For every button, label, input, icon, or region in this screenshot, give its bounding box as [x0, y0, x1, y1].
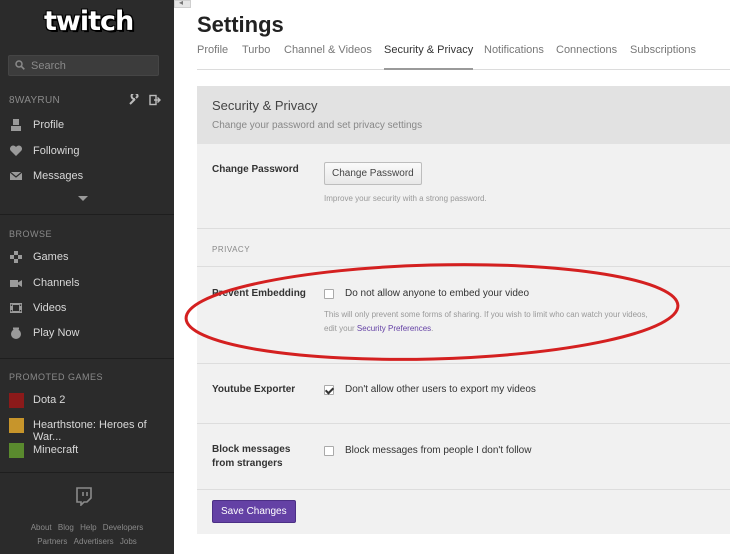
twitch-glitch-icon[interactable]	[74, 486, 94, 506]
youtube-exporter-checkbox[interactable]	[324, 385, 334, 395]
browse-heading: BROWSE	[9, 229, 53, 239]
page-title: Settings	[197, 12, 284, 37]
settings-tabs: Profile Turbo Channel & Videos Security …	[197, 44, 730, 70]
sidebar-item-profile[interactable]: Profile	[0, 114, 174, 138]
change-password-button[interactable]: Change Password	[324, 162, 422, 185]
sidebar-item-label: Messages	[33, 170, 84, 182]
search-input[interactable]	[31, 58, 151, 73]
user-actions	[128, 92, 167, 109]
promoted-game-minecraft[interactable]: Minecraft	[0, 439, 174, 463]
tab-channel-videos[interactable]: Channel & Videos	[284, 44, 372, 56]
settings-panel: Security & Privacy Change your password …	[197, 86, 730, 534]
sidebar-item-play-now[interactable]: Play Now	[0, 322, 174, 346]
sidebar-item-label: Videos	[33, 302, 67, 314]
heart-icon	[9, 145, 23, 156]
hint-text: .	[431, 324, 434, 333]
footer-link[interactable]: About	[31, 523, 52, 532]
gamepad-icon	[10, 251, 22, 263]
tab-notifications[interactable]: Notifications	[484, 44, 544, 56]
tab-subscriptions[interactable]: Subscriptions	[630, 44, 696, 56]
tab-profile[interactable]: Profile	[197, 44, 228, 56]
footer-link[interactable]: Partners	[37, 537, 67, 546]
game-thumbnail	[9, 393, 24, 408]
envelope-icon	[9, 171, 23, 180]
label-line: from strangers	[212, 458, 283, 469]
user-icon	[11, 119, 21, 131]
youtube-exporter-label: Youtube Exporter	[212, 384, 296, 395]
logout-icon[interactable]	[149, 94, 162, 106]
play-now-icon	[11, 327, 21, 339]
sidebar: twitch 8WAYRUN Profile Following Message…	[0, 0, 174, 554]
sidebar-item-label: Play Now	[33, 327, 80, 339]
hint-text: edit your	[324, 324, 357, 333]
chevron-left-icon: ◂	[179, 0, 184, 7]
prevent-embedding-label: Prevent Embedding	[212, 288, 306, 299]
divider	[197, 423, 730, 424]
footer-link[interactable]: Advertisers	[74, 537, 114, 546]
search-box[interactable]	[8, 55, 159, 76]
film-icon	[10, 303, 22, 313]
block-messages-checkbox-label[interactable]: Block messages from people I don't follo…	[345, 445, 531, 456]
label-line: Block messages	[212, 444, 291, 455]
hint-text: This will only prevent some forms of sha…	[324, 310, 648, 319]
divider	[0, 214, 174, 215]
sidebar-item-label: Following	[33, 145, 80, 157]
footer-links-row-2: Partners Advertisers Jobs	[0, 537, 174, 546]
sidebar-item-label: Games	[33, 251, 69, 263]
game-thumbnail	[9, 418, 24, 433]
prevent-embedding-checkbox-label[interactable]: Do not allow anyone to embed your video	[345, 288, 529, 299]
divider	[0, 358, 174, 359]
divider	[197, 489, 730, 490]
promoted-game-hearthstone[interactable]: Hearthstone: Heroes of War...	[0, 414, 174, 443]
footer-link[interactable]: Jobs	[120, 537, 137, 546]
save-changes-button[interactable]: Save Changes	[212, 500, 296, 523]
divider	[0, 472, 174, 473]
youtube-exporter-checkbox-label[interactable]: Don't allow other users to export my vid…	[345, 384, 536, 395]
chevron-down-icon[interactable]	[78, 196, 88, 201]
prevent-embedding-checkbox[interactable]	[324, 289, 334, 299]
collapse-sidebar-button[interactable]: ◂	[174, 0, 191, 8]
change-password-hint: Improve your security with a strong pass…	[324, 194, 487, 203]
sidebar-item-videos[interactable]: Videos	[0, 297, 174, 321]
tab-turbo[interactable]: Turbo	[242, 44, 270, 56]
divider	[197, 363, 730, 364]
sidebar-item-label: Channels	[33, 277, 80, 289]
panel-header: Security & Privacy Change your password …	[197, 86, 730, 144]
game-label: Minecraft	[33, 444, 79, 456]
sidebar-item-channels[interactable]: Channels	[0, 272, 174, 296]
change-password-label: Change Password	[212, 164, 299, 175]
username[interactable]: 8WAYRUN	[9, 95, 60, 106]
sidebar-item-following[interactable]: Following	[0, 140, 174, 164]
tab-connections[interactable]: Connections	[556, 44, 617, 56]
wrench-icon[interactable]	[128, 92, 140, 106]
twitch-logo[interactable]: twitch	[44, 6, 134, 37]
search-icon	[15, 60, 25, 70]
block-messages-checkbox[interactable]	[324, 446, 334, 456]
footer-links-row-1: About Blog Help Developers	[0, 523, 174, 532]
game-label: Dota 2	[33, 394, 66, 406]
block-messages-label: Block messages from strangers	[212, 443, 290, 471]
footer-link[interactable]: Blog	[58, 523, 74, 532]
divider	[197, 266, 730, 267]
security-preferences-link[interactable]: Security Preferences	[357, 324, 431, 333]
camera-icon	[10, 280, 22, 287]
panel-subtitle: Change your password and set privacy set…	[212, 120, 423, 131]
panel-title: Security & Privacy	[212, 98, 318, 113]
promoted-games-heading: PROMOTED GAMES	[9, 372, 104, 382]
footer-link[interactable]: Help	[80, 523, 96, 532]
promoted-game-dota-2[interactable]: Dota 2	[0, 389, 174, 413]
divider	[197, 228, 730, 229]
sidebar-item-games[interactable]: Games	[0, 246, 174, 270]
sidebar-item-messages[interactable]: Messages	[0, 165, 174, 189]
game-thumbnail	[9, 443, 24, 458]
sidebar-item-label: Profile	[33, 119, 65, 131]
footer-link[interactable]: Developers	[103, 523, 143, 532]
privacy-heading: PRIVACY	[212, 245, 251, 254]
tab-security-privacy[interactable]: Security & Privacy	[384, 44, 474, 70]
prevent-embedding-hint: This will only prevent some forms of sha…	[324, 308, 648, 336]
